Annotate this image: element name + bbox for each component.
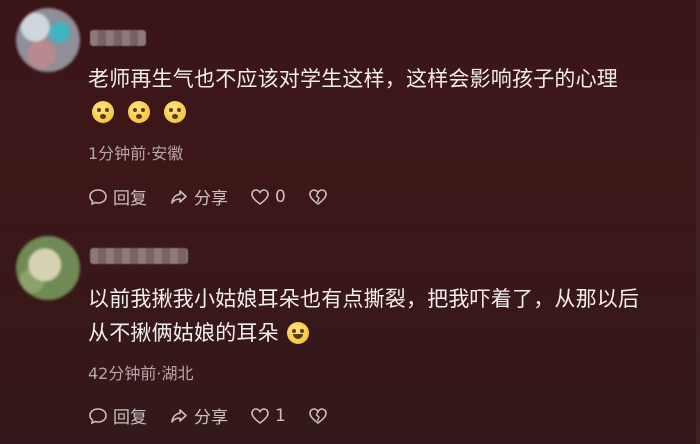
scrollbar-track[interactable] [696, 0, 700, 444]
share-icon [171, 408, 187, 423]
relieved-face-emoji-icon [286, 322, 309, 344]
avatar[interactable] [16, 8, 80, 72]
like-button[interactable]: 0 [250, 187, 286, 207]
comment-text-content: 老师再生气也不应该对学生这样，这样会影响孩子的心理 [88, 67, 618, 91]
comment-meta: 42分钟前·湖北 [88, 364, 194, 383]
broken-heart-icon [309, 188, 327, 205]
dislike-button[interactable] [308, 187, 333, 207]
broken-heart-icon [309, 407, 327, 424]
like-count: 1 [275, 405, 286, 426]
username-redacted[interactable] [90, 30, 146, 46]
share-icon [171, 189, 187, 204]
reply-icon [89, 188, 107, 205]
reply-label: 回复 [113, 189, 147, 209]
reply-button[interactable]: 回复 [88, 184, 147, 209]
share-label: 分享 [194, 189, 228, 209]
share-button[interactable]: 分享 [169, 184, 228, 209]
dizzy-face-emoji-icon [128, 101, 150, 123]
dizzy-face-emoji-icon [164, 101, 186, 123]
reply-button[interactable]: 回复 [88, 403, 147, 428]
comment-text-line: 以前我揪我小姑娘耳朵也有点撕裂，把我吓着了，从那以后 [88, 287, 640, 311]
comment-text: 老师再生气也不应该对学生这样，这样会影响孩子的心理 [88, 62, 688, 96]
heart-icon [251, 407, 269, 424]
like-count: 0 [275, 186, 286, 207]
reply-label: 回复 [113, 408, 147, 428]
share-label: 分享 [194, 408, 228, 428]
share-button[interactable]: 分享 [169, 403, 228, 428]
dislike-button[interactable] [308, 406, 333, 426]
dizzy-face-emoji-icon [92, 101, 114, 123]
avatar[interactable] [16, 236, 80, 300]
comment-text-line: 从不揪俩姑娘的耳朵 [88, 321, 279, 345]
emoji-row [92, 101, 186, 123]
reply-icon [89, 407, 107, 424]
username-redacted[interactable] [90, 248, 188, 264]
comment-text: 以前我揪我小姑娘耳朵也有点撕裂，把我吓着了，从那以后 从不揪俩姑娘的耳朵 [88, 282, 688, 350]
comment-actions: 回复 分享 0 [88, 184, 355, 209]
like-button[interactable]: 1 [250, 406, 286, 426]
comment-actions: 回复 分享 1 [88, 403, 355, 428]
comment-meta: 1分钟前·安徽 [88, 144, 184, 163]
heart-icon [251, 188, 269, 205]
